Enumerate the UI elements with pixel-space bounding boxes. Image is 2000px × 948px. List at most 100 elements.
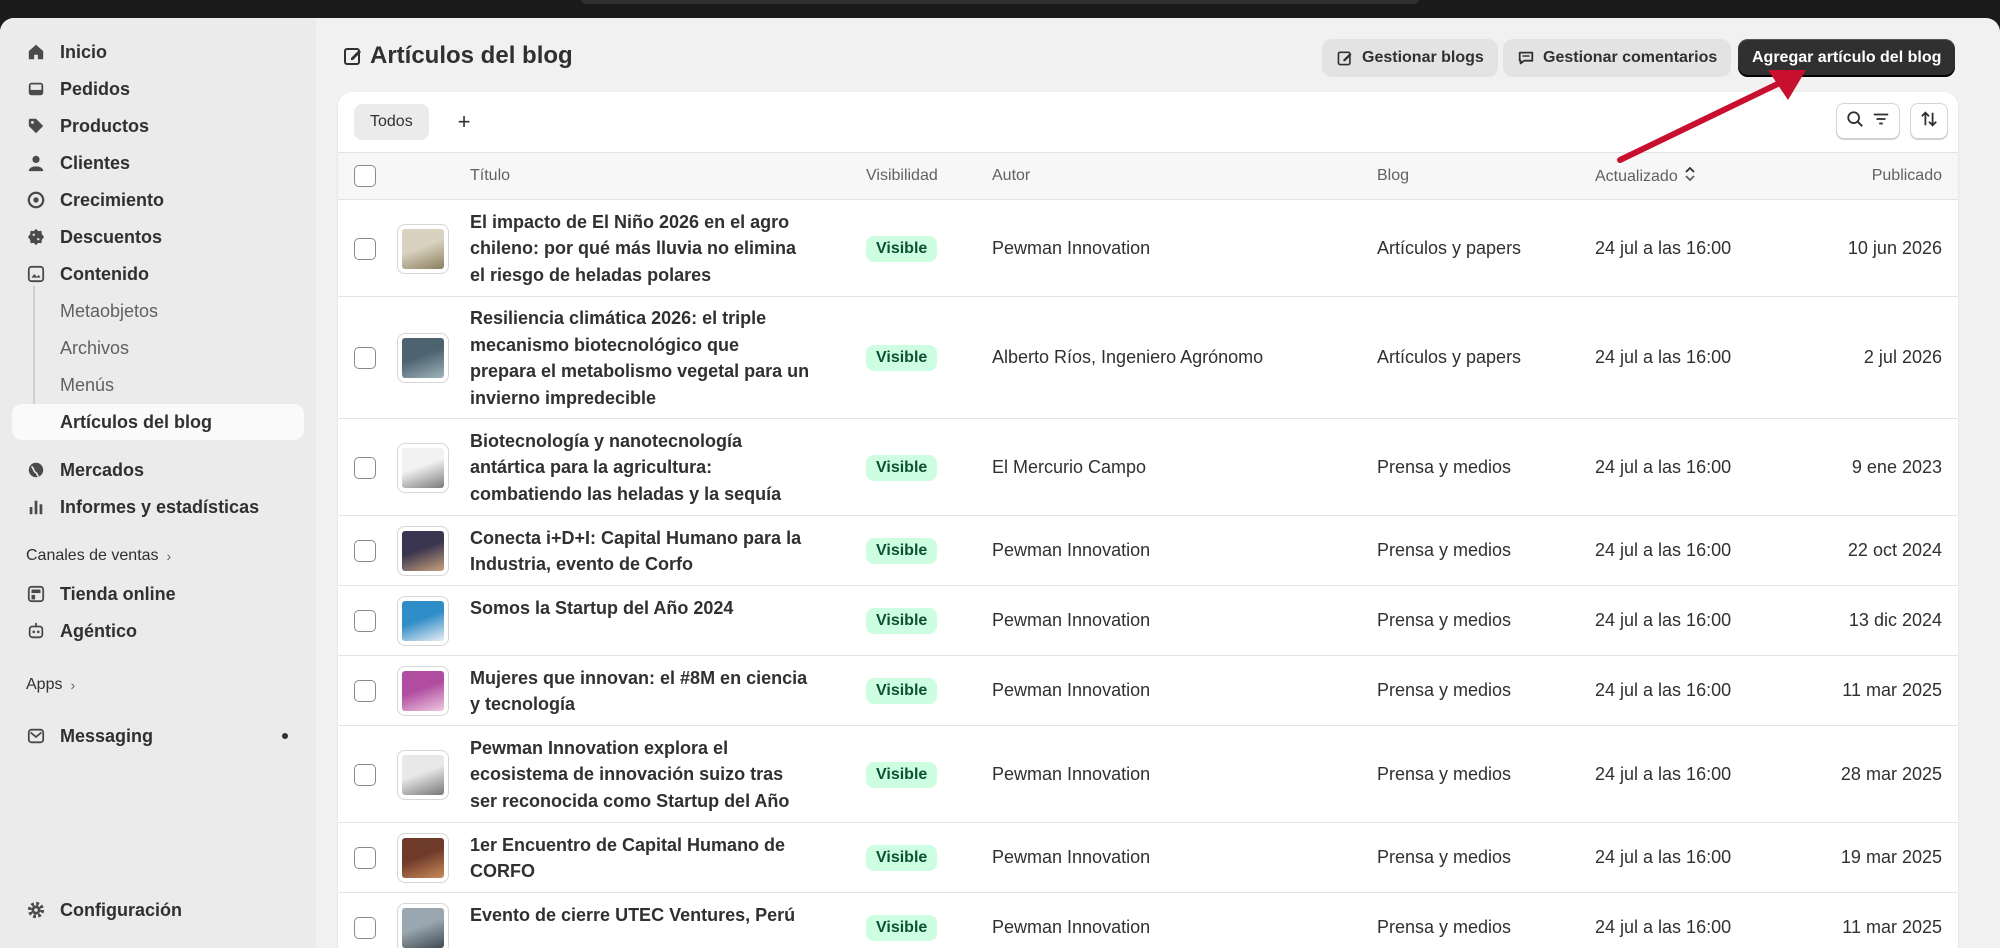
published-cell: 9 ene 2023 (1851, 456, 1942, 477)
add-blog-article-label: Agregar artículo del blog (1752, 49, 1942, 66)
column-published: Publicado (1871, 167, 1942, 184)
article-title[interactable]: Conecta i+D+I: Capital Humano para la In… (470, 525, 810, 578)
sidebar-item-productos[interactable]: Productos (12, 108, 304, 144)
row-checkbox[interactable] (354, 347, 376, 369)
row-checkbox[interactable] (354, 456, 376, 479)
table-row[interactable]: Pewman Innovation explora el ecosistema … (338, 726, 1958, 823)
updated-cell: 24 jul a las 16:00 (1595, 540, 1732, 560)
table-row[interactable]: El impacto de El Niño 2026 en el agro ch… (338, 200, 1958, 297)
manage-comments-button[interactable]: Gestionar comentarios (1503, 39, 1732, 77)
sort-button[interactable] (1910, 103, 1948, 139)
row-checkbox[interactable] (354, 680, 376, 702)
updated-cell: 24 jul a las 16:00 (1595, 456, 1732, 477)
updated-cell: 24 jul a las 16:00 (1595, 917, 1732, 937)
sidebar-item-crecimiento[interactable]: Crecimiento (12, 182, 304, 218)
published-cell: 2 jul 2026 (1863, 347, 1942, 367)
search-icon (1846, 110, 1864, 133)
sidebar-item-messaging[interactable]: Messaging (12, 718, 304, 754)
sidebar-item-contenido[interactable]: Contenido (12, 256, 304, 292)
table-header: Título Visibilidad Autor Blog Actualizad… (338, 152, 1958, 200)
sidebar-item-configuracion[interactable]: Configuración (12, 892, 304, 928)
table-row[interactable]: Conecta i+D+I: Capital Humano para la In… (338, 516, 1958, 586)
sidebar-item-mercados[interactable]: Mercados (12, 452, 304, 488)
article-title[interactable]: Mujeres que innovan: el #8M en ciencia y… (470, 665, 810, 718)
sidebar-item-label: Tienda online (60, 583, 176, 604)
article-title[interactable]: Somos la Startup del Año 2024 (470, 595, 810, 622)
author-cell: Alberto Ríos, Ingeniero Agrónomo (992, 347, 1264, 367)
sidebar-subitem-metaobjetos[interactable]: Metaobjetos (12, 293, 304, 329)
row-checkbox[interactable] (354, 540, 376, 562)
sidebar-item-label: Configuración (60, 899, 182, 920)
row-checkbox[interactable] (354, 610, 376, 632)
article-title[interactable]: El impacto de El Niño 2026 en el agro ch… (470, 209, 810, 289)
table-row[interactable]: Somos la Startup del Año 2024 Visible Pewm… (338, 586, 1958, 656)
article-thumbnail (397, 223, 449, 274)
row-checkbox[interactable] (354, 917, 376, 939)
table-row[interactable]: Biotecnología y nanotecnología antártica… (338, 419, 1958, 516)
author-cell: Pewman Innovation (992, 610, 1151, 630)
sidebar-item-inicio[interactable]: Inicio (12, 34, 304, 70)
published-cell: 11 mar 2025 (1842, 917, 1942, 937)
table-row[interactable]: Evento de cierre UTEC Ventures, Perú Visi… (338, 893, 1958, 948)
manage-blogs-button[interactable]: Gestionar blogs (1322, 39, 1498, 77)
column-title: Título (470, 167, 511, 184)
table-row[interactable]: Mujeres que innovan: el #8M en ciencia y… (338, 656, 1958, 726)
add-view-button[interactable]: + (448, 106, 480, 138)
article-title[interactable]: 1er Encuentro de Capital Humano de CORFO (470, 832, 810, 885)
table-row[interactable]: 1er Encuentro de Capital Humano de CORFO… (338, 823, 1958, 893)
sidebar: Inicio Pedidos Productos Clientes Crecim… (0, 18, 316, 948)
page-title-text: Artículos del blog (370, 42, 573, 69)
author-cell: Pewman Innovation (992, 540, 1151, 560)
status-dot (282, 733, 288, 739)
sidebar-item-pedidos[interactable]: Pedidos (12, 71, 304, 107)
table-row[interactable]: Resiliencia climática 2026: el triple me… (338, 297, 1958, 419)
sidebar-item-label: Messaging (60, 725, 154, 746)
row-checkbox[interactable] (354, 237, 376, 260)
sidebar-item-label: Crecimiento (60, 189, 165, 210)
article-thumbnail (397, 666, 449, 716)
add-blog-article-button[interactable]: Agregar artículo del blog (1738, 39, 1956, 77)
visibility-badge: Visible (866, 678, 938, 704)
thumbnail-image (402, 908, 444, 948)
article-thumbnail (397, 749, 449, 800)
updated-cell: 24 jul a las 16:00 (1595, 680, 1732, 700)
sidebar-item-label: Clientes (60, 152, 131, 173)
inbox-icon (26, 79, 46, 99)
robot-icon (26, 621, 46, 641)
sidebar-subitem-menus[interactable]: Menús (12, 367, 304, 403)
article-title[interactable]: Evento de cierre UTEC Ventures, Perú (470, 902, 810, 929)
sidebar-item-label: Pedidos (60, 78, 131, 99)
thumbnail-image (402, 447, 444, 488)
top-bar (0, 0, 2000, 18)
article-title[interactable]: Resiliencia climática 2026: el triple me… (470, 305, 810, 411)
chart-icon (26, 497, 46, 517)
sidebar-item-label: Agéntico (60, 620, 138, 641)
article-thumbnail (397, 596, 449, 646)
sidebar-item-clientes[interactable]: Clientes (12, 145, 304, 181)
sidebar-subitem-archivos[interactable]: Archivos (12, 330, 304, 366)
top-search-pill[interactable] (580, 0, 1420, 4)
updated-cell: 24 jul a las 16:00 (1595, 763, 1732, 784)
article-title[interactable]: Biotecnología y nanotecnología antártica… (470, 428, 810, 508)
article-title[interactable]: Pewman Innovation explora el ecosistema … (470, 735, 810, 815)
sidebar-item-descuentos[interactable]: Descuentos (12, 219, 304, 255)
select-all-checkbox[interactable] (354, 165, 376, 187)
visibility-badge: Visible (866, 761, 938, 788)
image-icon (26, 264, 46, 284)
blog-cell: Artículos y papers (1377, 347, 1522, 367)
row-checkbox[interactable] (354, 847, 376, 869)
apps-link[interactable]: Apps › (26, 676, 75, 694)
author-cell: Pewman Innovation (992, 763, 1151, 784)
sidebar-subitem-articulos-blog[interactable]: Artículos del blog (12, 404, 304, 440)
article-thumbnail (397, 526, 449, 576)
sidebar-item-agentico[interactable]: Agéntico (12, 613, 304, 649)
sales-channels-link[interactable]: Canales de ventas › (26, 547, 171, 565)
tab-todos[interactable]: Todos (354, 104, 429, 140)
blog-cell: Prensa y medios (1377, 847, 1512, 867)
search-filter-button[interactable] (1836, 103, 1900, 139)
sidebar-item-tienda-online[interactable]: Tienda online (12, 576, 304, 612)
column-updated-sort[interactable]: Actualizado (1595, 166, 1696, 186)
manage-comments-label: Gestionar comentarios (1543, 49, 1718, 66)
row-checkbox[interactable] (354, 763, 376, 786)
sidebar-item-informes[interactable]: Informes y estadísticas (12, 489, 304, 525)
